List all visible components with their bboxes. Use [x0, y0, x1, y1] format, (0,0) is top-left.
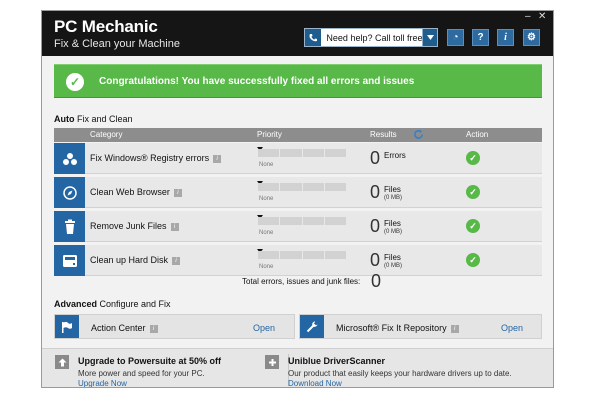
upgrade-now-link[interactable]: Upgrade Now [78, 379, 127, 387]
phone-icon [305, 29, 322, 46]
fix-it-repository-open-link[interactable]: Open [501, 323, 523, 333]
help-call-dropdown[interactable]: Need help? Call toll free [304, 28, 438, 47]
row-name: Remove Junk Files i [90, 221, 179, 231]
priority-bar [258, 183, 346, 191]
table-row[interactable]: Remove Junk Files i None 0 Files (0 MB) ✓ [54, 211, 542, 242]
info-icon[interactable]: i [170, 222, 179, 231]
check-icon: ✓ [466, 151, 480, 165]
promo-description: Our product that easily keeps your hardw… [288, 369, 512, 378]
check-icon: ✓ [66, 73, 84, 91]
close-button[interactable]: ✕ [538, 12, 546, 22]
auto-section-heading: Auto Fix and Clean [54, 114, 133, 124]
advanced-heading-bold: Advanced [54, 299, 98, 309]
priority-bar [258, 251, 346, 259]
trash-icon [54, 211, 85, 242]
column-category: Category [90, 130, 123, 139]
settings-button[interactable]: ⚙ [523, 29, 540, 46]
info-icon[interactable]: i [450, 324, 459, 333]
promo-title: Uniblue DriverScanner [288, 356, 386, 366]
info-icon[interactable]: i [149, 324, 158, 333]
help-call-label: Need help? Call toll free [326, 32, 423, 43]
row-name: Fix Windows® Registry errors i [90, 153, 222, 163]
column-priority: Priority [257, 130, 282, 139]
info-button[interactable]: i [497, 29, 514, 46]
result-size: (0 MB) [384, 195, 402, 201]
table-row[interactable]: Clean Web Browser i None 0 Files (0 MB) ✓ [54, 177, 542, 208]
auto-heading-bold: Auto [54, 114, 75, 124]
advanced-heading-rest: Configure and Fix [97, 299, 171, 309]
promo-description: More power and speed for your PC. [78, 369, 205, 378]
table-header: Category Priority Results Action [54, 128, 542, 142]
gear-icon: ⚙ [527, 32, 536, 43]
help-button[interactable]: ? [472, 29, 489, 46]
column-results: Results [370, 130, 397, 139]
info-icon[interactable]: i [213, 154, 222, 163]
wrench-icon [300, 315, 324, 338]
app-window: PC Mechanic Fix & Clean your Machine – ✕… [41, 10, 554, 388]
title-bar: PC Mechanic Fix & Clean your Machine – ✕… [42, 11, 553, 56]
row-name: Clean up Hard Disk i [90, 255, 181, 265]
priority-label: None [259, 230, 274, 236]
info-icon[interactable]: i [172, 256, 181, 265]
check-icon: ✓ [466, 253, 480, 267]
download-now-link[interactable]: Download Now [288, 379, 342, 387]
pie-chart-button[interactable]: ◔ [447, 29, 464, 46]
table-row[interactable]: Fix Windows® Registry errors i None 0 Err… [54, 143, 542, 174]
priority-label: None [259, 162, 274, 168]
result-count: 0 [370, 216, 381, 236]
check-icon: ✓ [466, 185, 480, 199]
refresh-icon[interactable] [413, 129, 424, 140]
plus-icon [265, 355, 279, 369]
disk-drive-icon [54, 245, 85, 276]
app-title: PC Mechanic [54, 17, 158, 36]
priority-label: None [259, 196, 274, 202]
result-size: (0 MB) [384, 263, 402, 269]
minimize-button[interactable]: – [525, 12, 531, 22]
flag-icon [55, 315, 79, 338]
result-unit: Files (0 MB) [384, 185, 402, 201]
table-row[interactable]: Clean up Hard Disk i None 0 Files (0 MB) ✓ [54, 245, 542, 276]
result-count: 0 [370, 250, 381, 270]
arrow-up-icon [55, 355, 69, 369]
result-count: 0 [370, 148, 381, 168]
result-unit: Files (0 MB) [384, 219, 402, 235]
auto-heading-rest: Fix and Clean [74, 114, 133, 124]
result-size: (0 MB) [384, 229, 402, 235]
check-icon: ✓ [466, 219, 480, 233]
action-center-label: Action Center i [91, 323, 158, 333]
result-unit: Files (0 MB) [384, 253, 402, 269]
app-subtitle: Fix & Clean your Machine [54, 38, 180, 50]
column-action: Action [466, 130, 489, 139]
success-banner: ✓ Congratulations! You have successfully… [54, 64, 542, 98]
action-center-open-link[interactable]: Open [253, 323, 275, 333]
fix-it-repository-item[interactable]: Microsoft® Fix It Repository i Open [299, 314, 542, 339]
priority-bar [258, 149, 346, 157]
promo-title: Upgrade to Powersuite at 50% off [78, 356, 222, 366]
success-message: Congratulations! You have successfully f… [99, 76, 415, 87]
registry-cubes-icon [54, 143, 85, 174]
fix-it-repository-label: Microsoft® Fix It Repository i [336, 323, 459, 333]
question-icon: ? [477, 32, 484, 43]
action-center-item[interactable]: Action Center i Open [54, 314, 295, 339]
pie-chart-icon: ◔ [452, 32, 459, 43]
chevron-down-icon[interactable] [422, 29, 437, 46]
result-unit: Errors [384, 151, 406, 160]
priority-label: None [259, 264, 274, 270]
row-name: Clean Web Browser i [90, 187, 182, 197]
promo-footer: Upgrade to Powersuite at 50% off More po… [42, 348, 553, 387]
total-label: Total errors, issues and junk files: [242, 277, 361, 286]
info-icon[interactable]: i [173, 188, 182, 197]
compass-icon [54, 177, 85, 208]
advanced-section-heading: Advanced Configure and Fix [54, 299, 171, 309]
info-icon: i [504, 32, 507, 43]
result-count: 0 [370, 182, 381, 202]
priority-bar [258, 217, 346, 225]
total-count: 0 [371, 271, 382, 291]
